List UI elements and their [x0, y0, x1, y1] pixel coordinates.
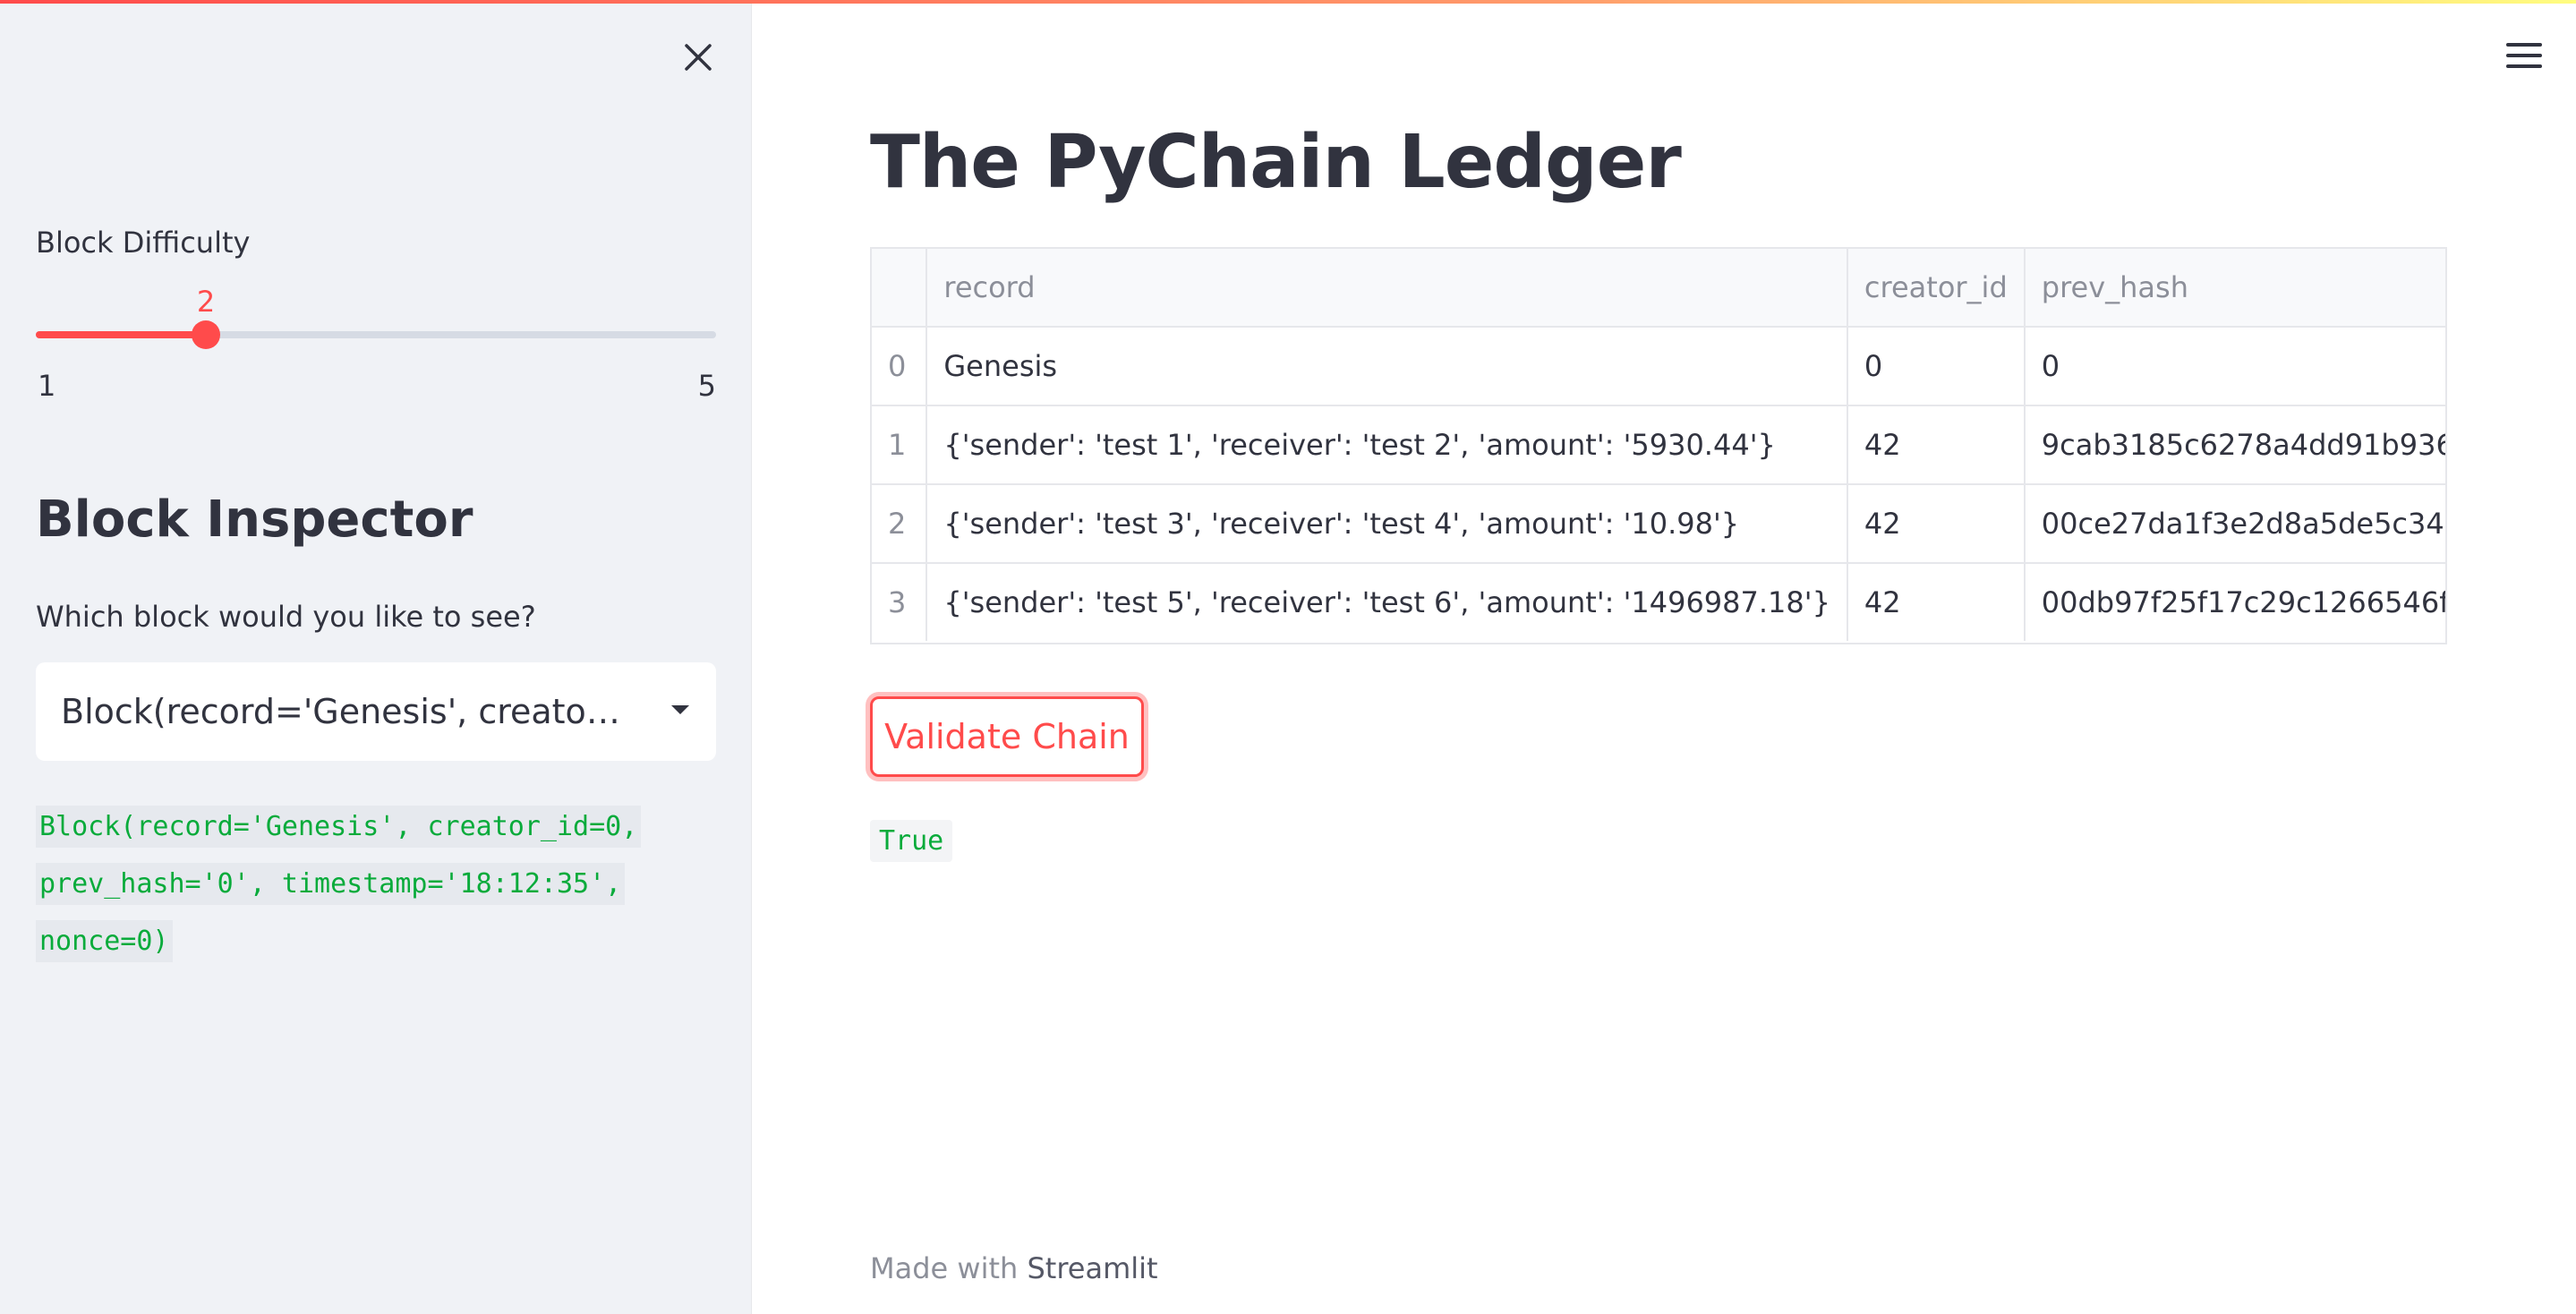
close-icon [685, 44, 712, 71]
slider-value: 2 [196, 285, 216, 319]
block-difficulty-label: Block Difficulty [36, 226, 251, 260]
record-cell: {'sender': 'test 5', 'receiver': 'test 6… [926, 563, 1848, 641]
block-select-label: Which block would you like to see? [36, 600, 536, 634]
column-header-creator-id[interactable]: creator_id [1847, 249, 2026, 328]
creator-id-cell: 42 [1847, 484, 2026, 564]
prev-hash-cell: 00ce27da1f3e2d8a5de5c34ef90db8b15 [2024, 484, 2445, 564]
row-index: 2 [872, 484, 928, 564]
block-code-output: Block(record='Genesis', creator_id=0, pr… [36, 798, 716, 970]
validation-result: True [870, 820, 953, 862]
column-header-prev-hash[interactable]: prev_hash [2024, 249, 2445, 328]
slider-fill [36, 331, 206, 338]
block-inspector-heading: Block Inspector [36, 491, 473, 549]
prev-hash-cell: 00db97f25f17c29c1266546fc6e6132c56 [2024, 563, 2445, 641]
table-row: 0 Genesis 0 0 [872, 327, 2445, 406]
record-cell: {'sender': 'test 1', 'receiver': 'test 2… [926, 405, 1848, 485]
table-row: 3 {'sender': 'test 5', 'receiver': 'test… [872, 563, 2445, 641]
creator-id-cell: 42 [1847, 563, 2026, 641]
streamlit-link[interactable]: Streamlit [1027, 1251, 1157, 1285]
slider-max-label: 5 [697, 369, 716, 403]
column-header-index[interactable] [872, 249, 928, 328]
validate-chain-button[interactable]: Validate Chain [870, 696, 1144, 777]
row-index: 0 [872, 327, 928, 406]
main-menu-button[interactable] [2503, 38, 2546, 73]
slider-thumb[interactable] [192, 320, 220, 349]
block-select-value: Block(record='Genesis', creator_id=… [61, 692, 634, 731]
column-header-record[interactable]: record [926, 249, 1848, 328]
block-select[interactable]: Block(record='Genesis', creator_id=… [36, 662, 716, 761]
prev-hash-cell: 0 [2024, 327, 2445, 406]
footer-prefix: Made with [870, 1251, 1019, 1285]
creator-id-cell: 0 [1847, 327, 2026, 406]
sidebar-close-button[interactable] [677, 36, 720, 79]
chevron-down-icon [671, 705, 689, 714]
record-cell: Genesis [926, 327, 1848, 406]
row-index: 1 [872, 405, 928, 485]
page-title: The PyChain Ledger [870, 120, 1682, 205]
sidebar: Block Difficulty 2 1 5 Block Inspector W… [0, 0, 752, 1314]
table-header-row: record creator_id prev_hash [872, 249, 2445, 328]
record-cell: {'sender': 'test 3', 'receiver': 'test 4… [926, 484, 1848, 564]
block-difficulty-slider[interactable]: 2 1 5 [36, 285, 716, 403]
code-line: nonce=0) [36, 920, 173, 962]
row-index: 3 [872, 563, 928, 641]
code-line: prev_hash='0', timestamp='18:12:35', [36, 863, 626, 905]
table-row: 1 {'sender': 'test 1', 'receiver': 'test… [872, 405, 2445, 485]
hamburger-menu-icon [2506, 43, 2542, 68]
prev-hash-cell: 9cab3185c6278a4dd91b9366ac71900d [2024, 405, 2445, 485]
code-line: Block(record='Genesis', creator_id=0, [36, 806, 642, 848]
creator-id-cell: 42 [1847, 405, 2026, 485]
slider-min-label: 1 [38, 369, 56, 403]
table-row: 2 {'sender': 'test 3', 'receiver': 'test… [872, 484, 2445, 564]
ledger-table[interactable]: record creator_id prev_hash 0 Genesis 0 … [870, 247, 2447, 644]
top-decoration-bar [0, 0, 2576, 4]
footer: Made with Streamlit [870, 1251, 1158, 1285]
